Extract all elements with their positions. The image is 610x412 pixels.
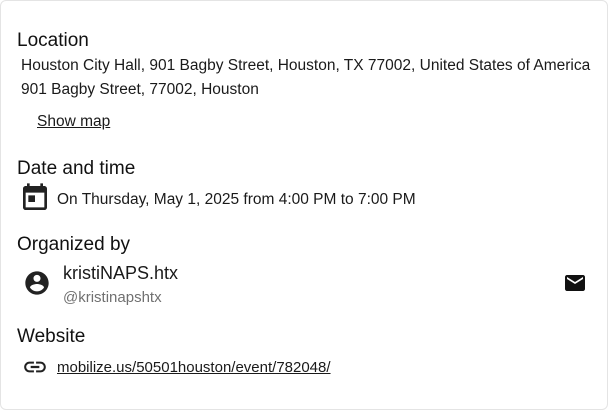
location-heading: Location [17,30,89,51]
website-link[interactable]: mobilize.us/50501houston/event/782048/ [57,358,331,378]
event-details-card: Location Houston City Hall, 901 Bagby St… [0,0,608,410]
location-address-short: 901 Bagby Street, 77002, Houston [21,81,259,98]
website-heading: Website [17,326,86,347]
datetime-heading: Date and time [17,158,136,179]
organizer-heading: Organized by [17,234,131,255]
link-icon [19,354,51,380]
account-circle-icon [23,269,51,297]
datetime-text: On Thursday, May 1, 2025 from 4:00 PM to… [57,191,416,208]
location-address-full: Houston City Hall, 901 Bagby Street, Hou… [21,57,591,74]
organizer-handle: @kristinapshtx [63,289,162,306]
show-map-button[interactable]: Show map [37,112,110,132]
mail-icon[interactable] [563,271,587,295]
calendar-icon [19,182,51,214]
organizer-name[interactable]: kristiNAPS.htx [63,262,178,284]
